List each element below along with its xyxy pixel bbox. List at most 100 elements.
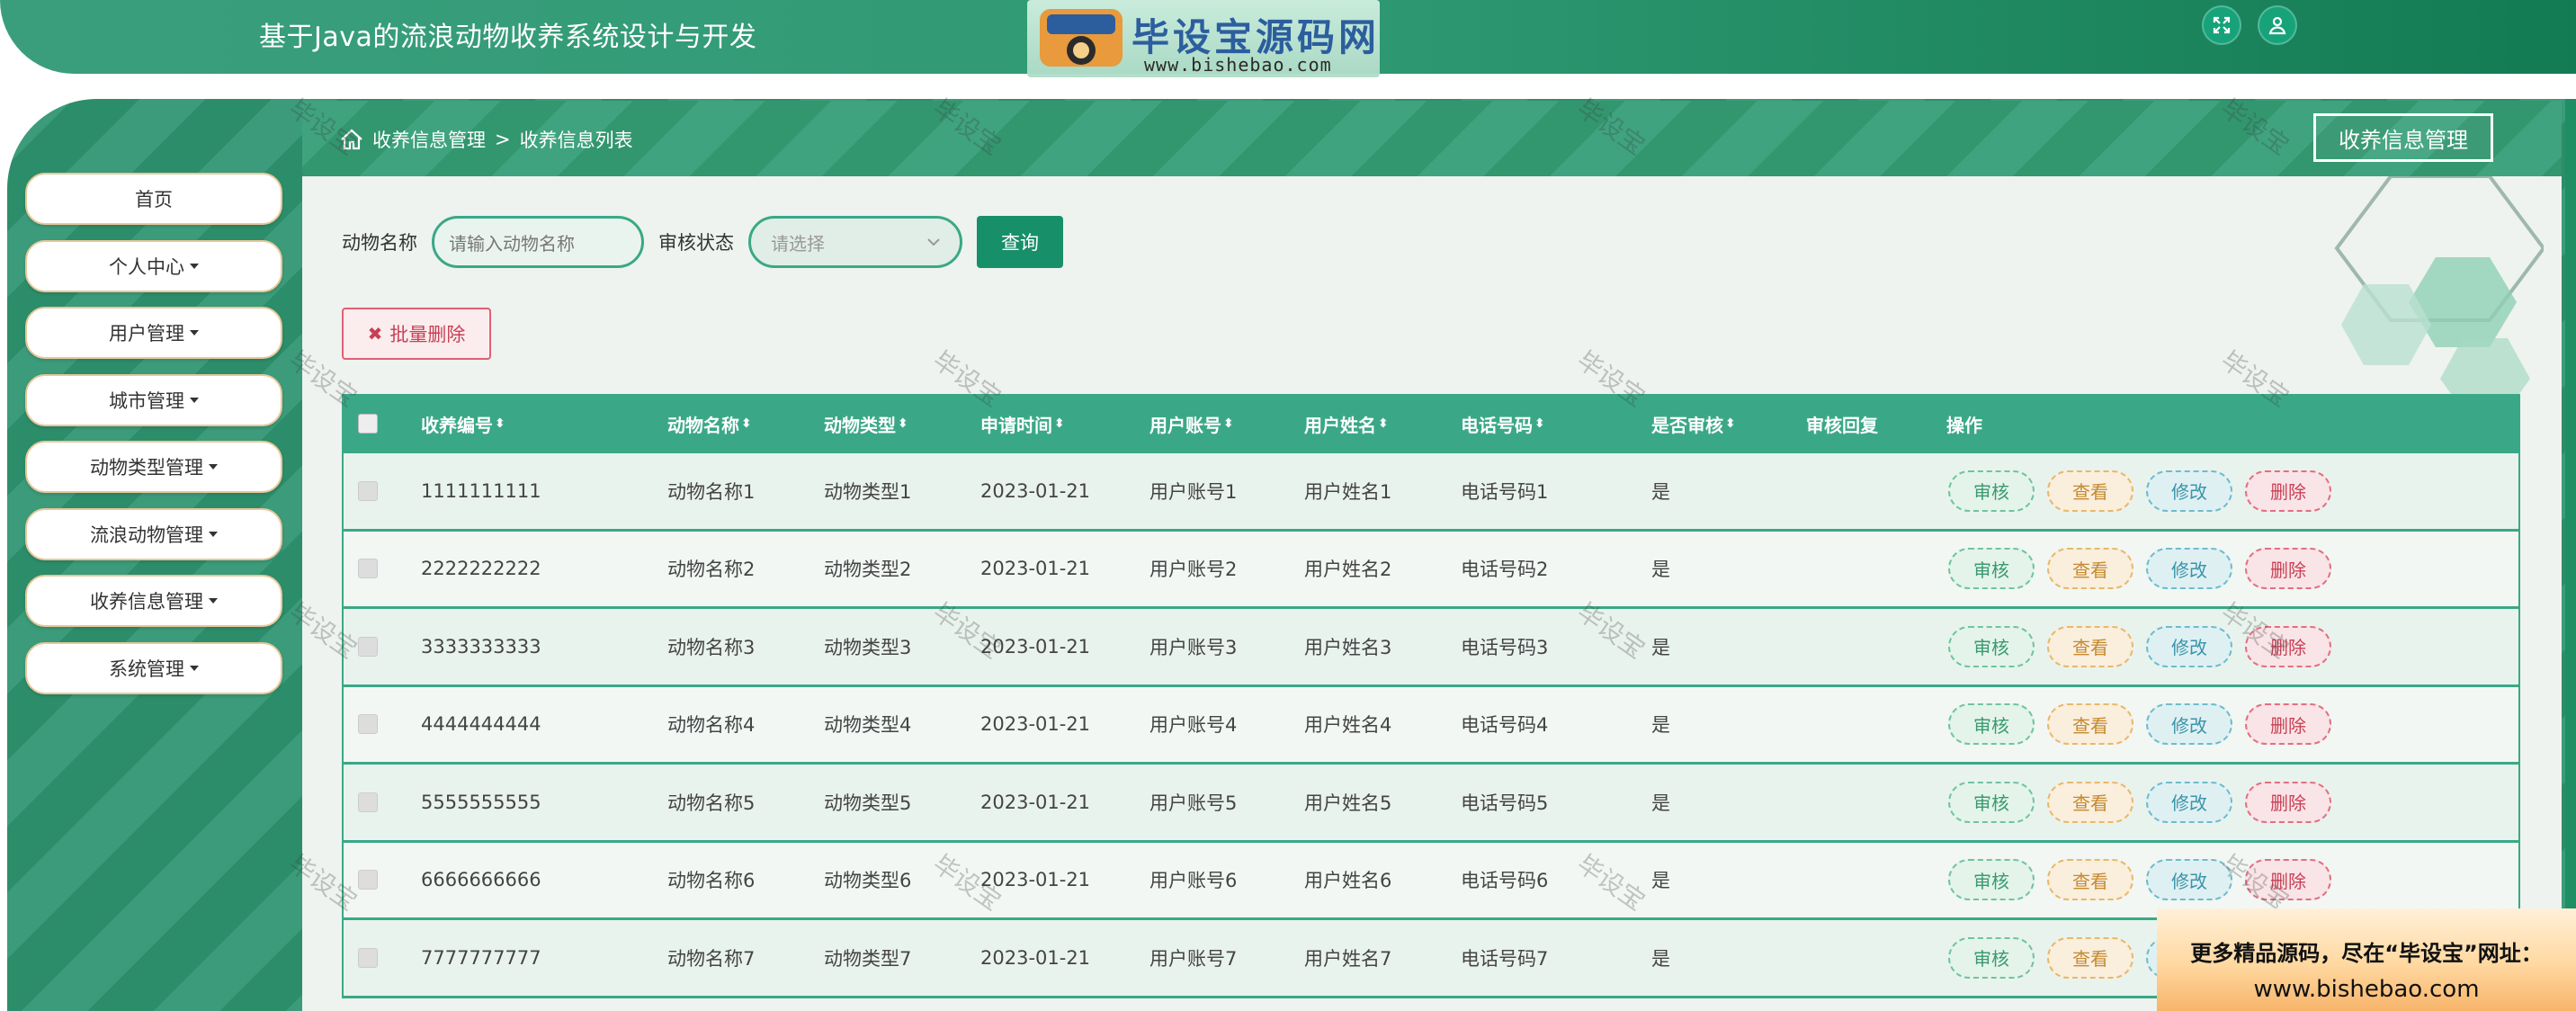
- user-account-cell: 用户账号7: [1149, 947, 1238, 970]
- edit-button[interactable]: 修改: [2146, 548, 2232, 590]
- bulk-delete-button[interactable]: ✖ 批量删除: [342, 308, 491, 360]
- caret-down-icon: [190, 330, 199, 336]
- sidebar-item-animal-type-management[interactable]: 动物类型管理: [25, 441, 282, 493]
- audit-button[interactable]: 审核: [1948, 625, 2035, 667]
- sort-icon: ⬍: [741, 416, 752, 431]
- column-header-apply-time[interactable]: 申请时间 ⬍: [980, 394, 1065, 453]
- caret-down-icon: [190, 397, 199, 403]
- animal-name-cell: 动物名称7: [667, 947, 756, 970]
- view-button[interactable]: 查看: [2047, 936, 2133, 979]
- row-checkbox[interactable]: [358, 947, 378, 968]
- row-checkbox[interactable]: [358, 870, 378, 890]
- view-button[interactable]: 查看: [2047, 548, 2133, 590]
- column-header-adoption-no[interactable]: 收养编号 ⬍: [421, 394, 505, 453]
- adoption-no-cell: 4444444444: [421, 713, 541, 736]
- sort-icon: ⬍: [898, 416, 908, 431]
- sidebar-item-stray-animal-management[interactable]: 流浪动物管理: [25, 507, 282, 560]
- animal-name-input[interactable]: 请输入动物名称: [432, 216, 644, 268]
- audit-button[interactable]: 审核: [1948, 703, 2035, 746]
- sidebar-item-user-management[interactable]: 用户管理: [25, 307, 282, 359]
- audit-button[interactable]: 审核: [1948, 936, 2035, 979]
- bulk-delete-label: 批量删除: [389, 324, 466, 345]
- adoption-table: 收养编号 ⬍ 动物名称 ⬍ 动物类型 ⬍ 申请时间 ⬍ 用户账号 ⬍ 用户姓名 ⬍ 电话号码…: [342, 394, 2520, 998]
- row-checkbox[interactable]: [358, 559, 378, 579]
- animal-type-cell: 动物类型7: [824, 947, 912, 970]
- sidebar-item-adoption-management[interactable]: 收养信息管理: [25, 575, 282, 627]
- is-audited-cell: 是: [1651, 559, 1670, 581]
- delete-button[interactable]: 删除: [2245, 625, 2331, 667]
- sort-icon: ⬍: [1378, 416, 1389, 431]
- edit-button[interactable]: 修改: [2146, 781, 2232, 823]
- row-checkbox[interactable]: [358, 636, 378, 657]
- delete-button[interactable]: 删除: [2245, 859, 2331, 901]
- section-title-button[interactable]: 收养信息管理: [2313, 113, 2493, 162]
- edit-button[interactable]: 修改: [2146, 470, 2232, 512]
- view-button[interactable]: 查看: [2047, 625, 2133, 667]
- column-header-label: 申请时间: [980, 414, 1052, 436]
- delete-button[interactable]: 删除: [2245, 470, 2331, 512]
- animal-type-cell: 动物类型1: [824, 480, 912, 503]
- table-row: 3333333333 动物名称3 动物类型3 2023-01-21 用户账号3 用户姓名3…: [344, 609, 2518, 687]
- fullscreen-icon[interactable]: [2202, 5, 2241, 45]
- phone-cell: 电话号码2: [1461, 559, 1549, 581]
- is-audited-cell: 是: [1651, 714, 1670, 737]
- delete-button[interactable]: 删除: [2245, 781, 2331, 823]
- phone-cell: 电话号码5: [1461, 792, 1549, 814]
- delete-button[interactable]: 删除: [2245, 703, 2331, 746]
- site-logo: 毕设宝源码网 www.bishebao.com: [1027, 0, 1380, 77]
- sort-icon: ⬍: [1054, 416, 1065, 431]
- apply-time-cell: 2023-01-21: [980, 946, 1091, 969]
- audit-button[interactable]: 审核: [1948, 548, 2035, 590]
- column-header-animal-type[interactable]: 动物类型 ⬍: [824, 394, 908, 453]
- user-name-cell: 用户姓名6: [1304, 870, 1392, 892]
- query-button[interactable]: 查询: [977, 216, 1063, 268]
- audit-button[interactable]: 审核: [1948, 781, 2035, 823]
- animal-name-cell: 动物名称4: [667, 714, 756, 737]
- home-icon[interactable]: [340, 129, 363, 150]
- breadcrumb-bar: [302, 101, 2562, 176]
- row-actions: 审核查看修改删除: [1948, 532, 2344, 607]
- column-header-animal-name[interactable]: 动物名称 ⬍: [667, 394, 752, 453]
- row-checkbox[interactable]: [358, 792, 378, 812]
- column-header-label: 用户姓名: [1304, 414, 1376, 436]
- breadcrumb-item-adoption-management[interactable]: 收养信息管理: [372, 126, 486, 153]
- column-header-phone[interactable]: 电话号码 ⬍: [1461, 394, 1545, 453]
- column-header-is-audited[interactable]: 是否审核 ⬍: [1651, 394, 1736, 453]
- logo-badge-icon: [1040, 9, 1123, 67]
- edit-button[interactable]: 修改: [2146, 625, 2232, 667]
- row-checkbox[interactable]: [358, 480, 378, 501]
- audit-button[interactable]: 审核: [1948, 470, 2035, 512]
- edit-button[interactable]: 修改: [2146, 859, 2232, 901]
- phone-cell: 电话号码7: [1461, 947, 1549, 970]
- sort-icon: ⬍: [495, 416, 505, 431]
- row-checkbox[interactable]: [358, 714, 378, 735]
- delete-button[interactable]: 删除: [2245, 548, 2331, 590]
- apply-time-cell: 2023-01-21: [980, 791, 1091, 813]
- sidebar-item-personal-center[interactable]: 个人中心: [25, 239, 282, 292]
- edit-button[interactable]: 修改: [2146, 703, 2232, 746]
- user-icon[interactable]: [2258, 5, 2297, 45]
- view-button[interactable]: 查看: [2047, 781, 2133, 823]
- ad-banner[interactable]: 更多精品源码，尽在“毕设宝”网址： www.bishebao.com: [2157, 908, 2576, 1011]
- column-header-user-name[interactable]: 用户姓名 ⬍: [1304, 394, 1389, 453]
- animal-name-cell: 动物名称5: [667, 792, 756, 814]
- is-audited-cell: 是: [1651, 947, 1670, 970]
- column-header-label: 审核回复: [1806, 414, 1878, 436]
- view-button[interactable]: 查看: [2047, 859, 2133, 901]
- apply-time-cell: 2023-01-21: [980, 558, 1091, 580]
- caret-down-icon: [209, 531, 218, 537]
- is-audited-cell: 是: [1651, 792, 1670, 814]
- audit-button[interactable]: 审核: [1948, 859, 2035, 901]
- hexagon-decoration-icon: [2334, 176, 2544, 410]
- sidebar-item-city-management[interactable]: 城市管理: [25, 373, 282, 426]
- adoption-no-cell: 3333333333: [421, 635, 541, 658]
- animal-name-cell: 动物名称6: [667, 870, 756, 892]
- view-button[interactable]: 查看: [2047, 470, 2133, 512]
- sidebar-item-home[interactable]: 首页: [25, 173, 282, 225]
- select-all-checkbox[interactable]: [358, 414, 378, 434]
- column-header-user-account[interactable]: 用户账号 ⬍: [1149, 394, 1234, 453]
- sidebar-item-system-management[interactable]: 系统管理: [25, 641, 282, 694]
- audit-status-select[interactable]: 请选择: [748, 216, 962, 268]
- scrollbar[interactable]: [2565, 99, 2576, 1011]
- view-button[interactable]: 查看: [2047, 703, 2133, 746]
